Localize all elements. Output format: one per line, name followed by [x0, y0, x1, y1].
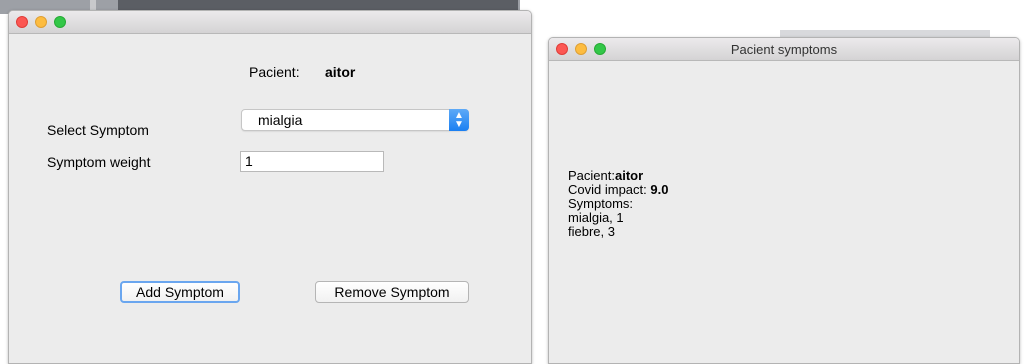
maximize-window-button[interactable]	[54, 16, 66, 28]
summary-covid-line: Covid impact: 9.0	[568, 183, 668, 197]
traffic-lights	[16, 16, 66, 28]
chevron-up-down-icon[interactable]: ▲ ▼	[449, 109, 469, 131]
patient-symptoms-window: Pacient symptoms Pacient:aitor Covid imp…	[548, 37, 1020, 364]
summary-patient-line: Pacient:aitor	[568, 169, 668, 183]
symptom-weight-value: 1	[245, 153, 253, 169]
close-window-button[interactable]	[16, 16, 28, 28]
summary-patient-name: aitor	[614, 168, 644, 183]
symptom-select-value: mialgia	[258, 112, 303, 128]
symptoms-window-title: Pacient symptoms	[730, 42, 838, 57]
symptom-weight-label: Symptom weight	[47, 154, 151, 170]
summary-patient-label: Pacient:	[568, 168, 615, 183]
symptom-list-item: mialgia, 1	[568, 210, 624, 225]
patient-label: Pacient:	[249, 64, 300, 80]
add-symptom-button[interactable]: Add Symptom	[120, 281, 240, 303]
patient-name: aitor	[325, 64, 356, 80]
symptom-list-item: fiebre, 3	[568, 224, 615, 239]
symptoms-titlebar[interactable]: Pacient symptoms	[549, 38, 1019, 61]
minimize-window-button[interactable]	[35, 16, 47, 28]
symptom-select[interactable]: mialgia ▲ ▼	[241, 109, 469, 131]
covid-impact-label: Covid impact:	[568, 182, 651, 197]
symptom-weight-field[interactable]: 1	[240, 151, 384, 172]
symptom-summary: Pacient:aitor Covid impact: 9.0 Symptoms…	[568, 169, 668, 239]
symptoms-heading: Symptoms:	[568, 196, 634, 211]
symptom-form-window: Pacient: aitor Select Symptom mialgia ▲ ▼…	[8, 10, 532, 364]
remove-symptom-button[interactable]: Remove Symptom	[315, 281, 469, 303]
select-symptom-label: Select Symptom	[47, 122, 149, 138]
covid-impact-value: 9.0	[650, 182, 669, 197]
form-titlebar[interactable]	[9, 11, 531, 34]
